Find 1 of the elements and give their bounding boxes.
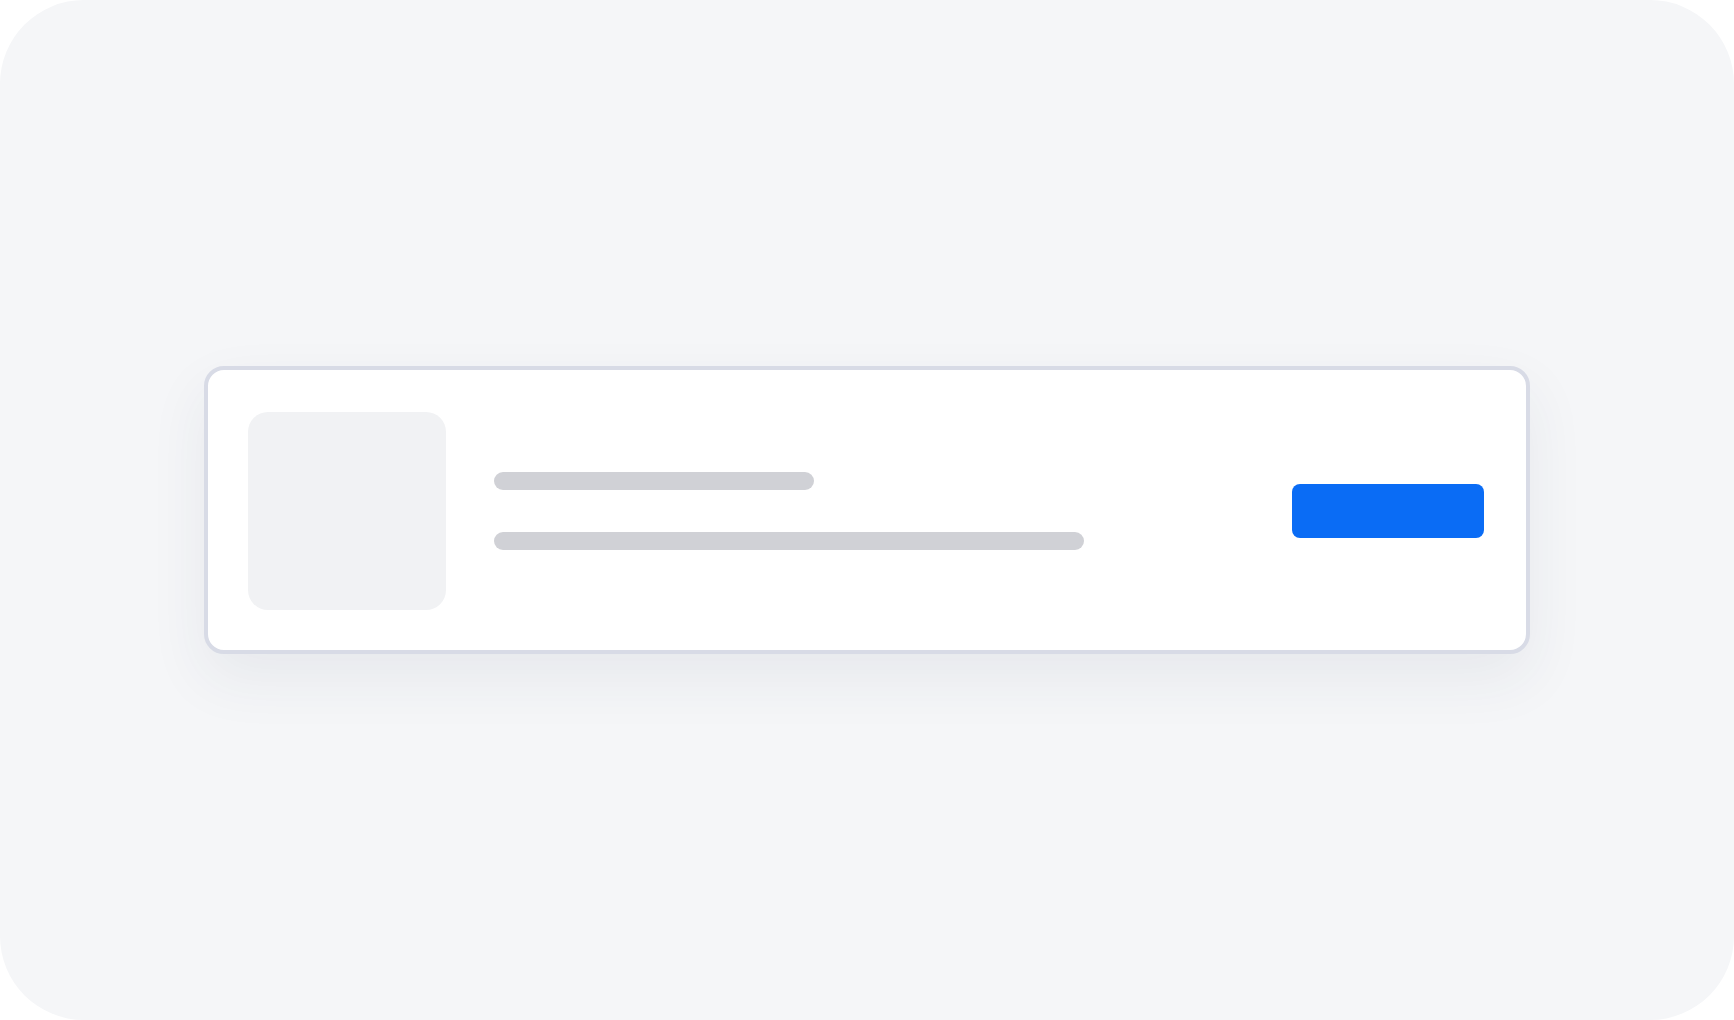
button-placeholder[interactable] [1292, 483, 1484, 537]
